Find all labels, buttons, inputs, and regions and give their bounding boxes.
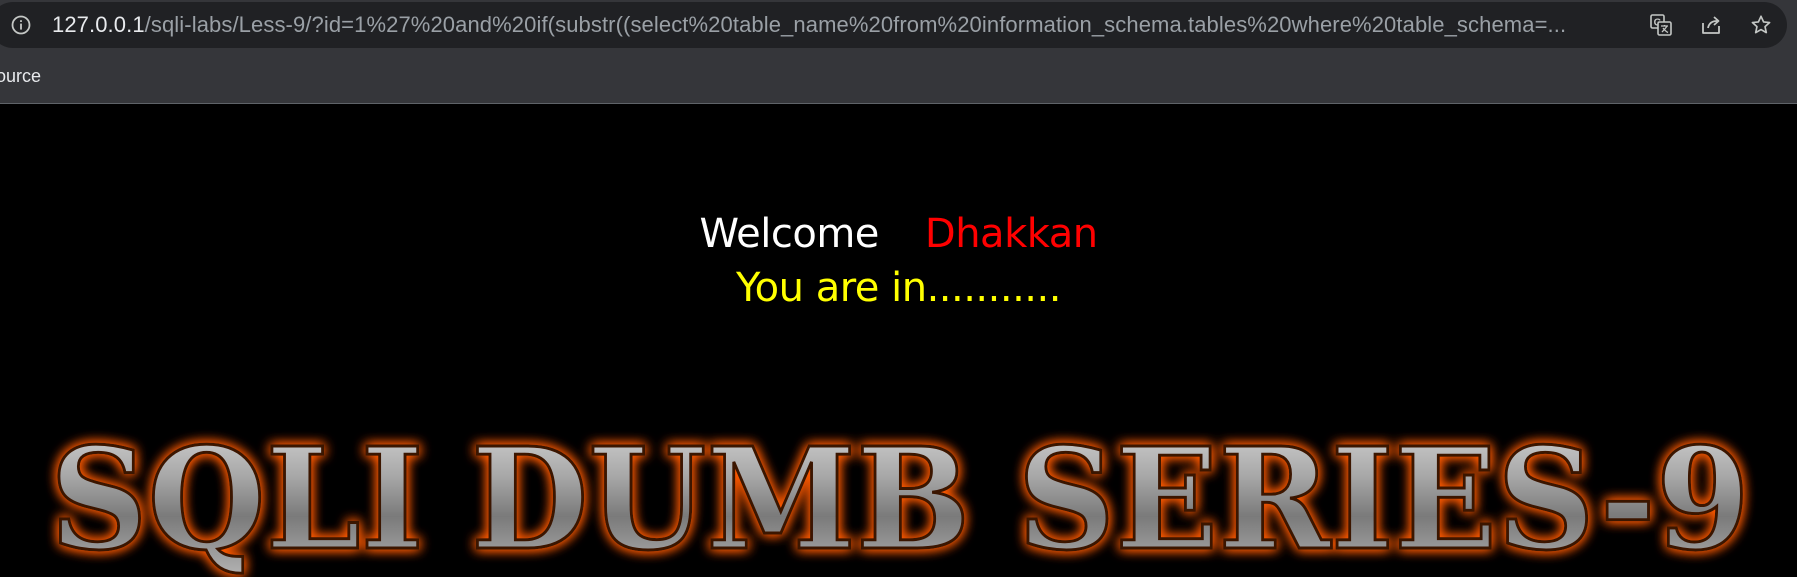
address-bar-actions: G xyxy=(1649,13,1773,37)
banner-text: SQLI DUMB SERIES-9 xyxy=(50,418,1750,577)
translate-icon[interactable]: G xyxy=(1649,13,1673,37)
page-content: Welcome Dhakkan You are in........... SQ… xyxy=(0,104,1797,577)
bookmark-item[interactable]: ource xyxy=(0,66,41,87)
banner-graphic: SQLI DUMB SERIES-9 xyxy=(49,417,1752,577)
welcome-label: Welcome xyxy=(699,211,879,257)
url-host: 127.0.0.1 xyxy=(52,12,145,37)
bookmarks-bar: ource xyxy=(0,60,41,92)
share-icon[interactable] xyxy=(1699,13,1723,37)
info-icon[interactable] xyxy=(10,14,32,36)
series-banner-logo: SQLI DUMB SERIES-9 xyxy=(40,417,1760,577)
star-icon[interactable] xyxy=(1749,13,1773,37)
address-bar[interactable]: 127.0.0.1/sqli-labs/Less-9/?id=1%27%20an… xyxy=(0,2,1787,48)
url-path: /sqli-labs/Less-9/?id=1%27%20and%20if(su… xyxy=(144,12,1567,37)
status-message: You are in........... xyxy=(736,265,1061,311)
welcome-line: Welcome Dhakkan xyxy=(0,210,1797,258)
browser-chrome: 127.0.0.1/sqli-labs/Less-9/?id=1%27%20an… xyxy=(0,0,1797,104)
url-text[interactable]: 127.0.0.1/sqli-labs/Less-9/?id=1%27%20an… xyxy=(52,12,1627,38)
user-name: Dhakkan xyxy=(924,211,1098,257)
